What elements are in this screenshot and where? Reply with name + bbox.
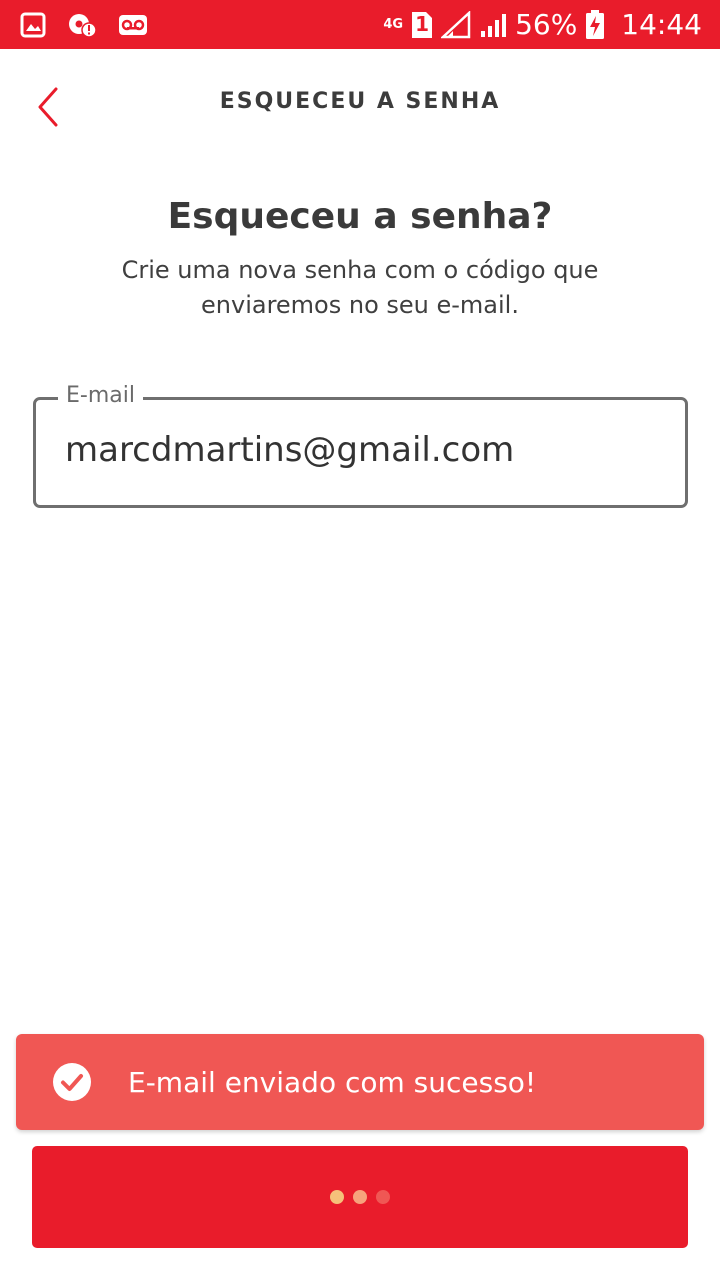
loading-dot [376, 1190, 390, 1204]
toast-message: E-mail enviado com sucesso! [128, 1065, 537, 1099]
status-bar: 4G 1 56% 14:44 [0, 0, 720, 49]
email-field[interactable]: E-mail marcdmartins@gmail.com [33, 383, 688, 508]
success-toast: E-mail enviado com sucesso! [16, 1034, 704, 1130]
email-field-label: E-mail [58, 383, 143, 408]
loading-dot [330, 1190, 344, 1204]
app-bar: ESQUECEU A SENHA [0, 49, 720, 161]
battery-charging-icon [585, 9, 605, 40]
sim-slot-icon: 1 [411, 11, 433, 39]
voicemail-icon [118, 14, 148, 36]
forgot-password-subtitle: Crie uma nova senha com o código que env… [121, 256, 599, 319]
page-title: ESQUECEU A SENHA [219, 89, 501, 114]
email-field-value[interactable]: marcdmartins@gmail.com [65, 430, 514, 470]
forgot-password-heading: Esqueceu a senha? [167, 196, 553, 237]
gallery-icon [20, 12, 46, 38]
submit-button-loading[interactable] [32, 1146, 688, 1248]
status-left-icons [20, 12, 148, 38]
location-alert-icon [68, 12, 96, 38]
status-right-icons: 4G 1 56% 14:44 [383, 8, 702, 41]
network-type-indicator: 4G [383, 16, 404, 32]
signal-sim1-icon [441, 10, 471, 39]
clock: 14:44 [621, 8, 702, 41]
loading-dot [353, 1190, 367, 1204]
battery-percentage: 56% [515, 8, 578, 41]
signal-sim2-icon [479, 11, 507, 39]
check-circle-icon [52, 1062, 92, 1102]
